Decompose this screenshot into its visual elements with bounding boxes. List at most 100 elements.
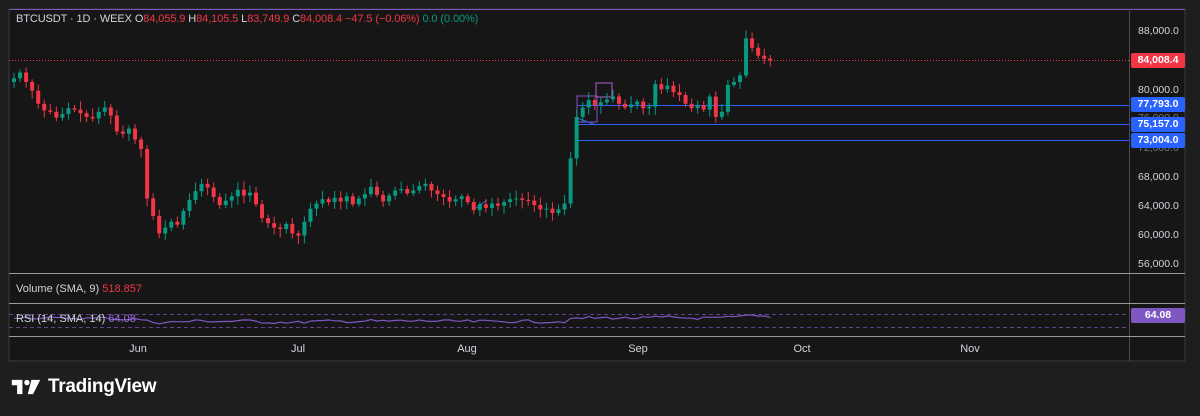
candle-body xyxy=(66,108,71,115)
candle-body xyxy=(151,198,156,216)
candle-body xyxy=(181,210,186,225)
candle-body xyxy=(247,192,252,196)
candle-body xyxy=(586,100,591,108)
candle-body xyxy=(471,202,476,211)
candle-body xyxy=(362,194,367,199)
candle-body xyxy=(756,47,761,56)
candle-body xyxy=(411,190,416,194)
candle-body xyxy=(260,204,265,219)
candle-body xyxy=(96,111,101,119)
symbol-title[interactable]: BTCUSDT · 1D · WEEX xyxy=(16,13,132,25)
candle-body xyxy=(659,84,664,90)
candle-body xyxy=(568,158,573,204)
candle-body xyxy=(284,223,289,230)
rsi-label: RSI (14, SMA, 14) xyxy=(16,313,106,325)
candle-body xyxy=(139,139,144,149)
candle-body xyxy=(163,227,168,234)
candle-body xyxy=(272,223,277,228)
candle-body xyxy=(254,192,258,205)
candle-body xyxy=(683,95,688,104)
rsi-legend[interactable]: RSI (14, SMA, 14) 64.08 xyxy=(16,313,136,325)
candle-body xyxy=(199,183,204,192)
candle-body xyxy=(689,103,694,109)
candle-body xyxy=(762,55,767,59)
candle-body xyxy=(459,196,464,200)
candle-body xyxy=(653,84,658,107)
candle-body xyxy=(193,191,198,200)
candle-body xyxy=(441,194,446,198)
tradingview-logo[interactable]: TradingView xyxy=(10,376,157,398)
candle-body xyxy=(707,96,712,110)
brand-name: TradingView xyxy=(48,376,157,397)
candle-body xyxy=(126,128,131,134)
candle-body xyxy=(483,204,488,208)
level-badge-3[interactable]: 73,004.0 xyxy=(1131,133,1185,148)
candle-body xyxy=(635,101,640,105)
candle-body xyxy=(108,107,113,116)
candle-body xyxy=(574,116,579,159)
time-tick-jul: Jul xyxy=(290,343,306,355)
candle-body xyxy=(719,111,724,117)
symbol-legend[interactable]: BTCUSDT · 1D · WEEX O84,055.9 H84,105.5 … xyxy=(16,13,478,25)
close-label: C xyxy=(292,13,301,25)
candle-body xyxy=(399,189,404,191)
rsi-badge[interactable]: 64.08 xyxy=(1131,308,1185,323)
low-value: 83,749.9 xyxy=(247,13,290,25)
candle-body xyxy=(725,84,730,112)
level-badge-2[interactable]: 75,157.0 xyxy=(1131,117,1185,132)
candle-body xyxy=(713,96,718,117)
candle-body xyxy=(429,183,434,191)
candle-body xyxy=(526,199,531,201)
candle-body xyxy=(326,199,331,203)
time-tick-nov: Nov xyxy=(960,343,980,355)
candle-body xyxy=(538,205,543,210)
candle-body xyxy=(671,85,676,93)
candle-body xyxy=(750,38,755,48)
candle-body xyxy=(447,197,452,202)
price-chart[interactable] xyxy=(0,0,1200,416)
candle-body xyxy=(738,75,742,82)
candle-body xyxy=(592,100,597,106)
candle-body xyxy=(217,197,222,206)
candle-body xyxy=(731,81,736,85)
candle-body xyxy=(90,116,95,119)
candle-body xyxy=(453,199,458,202)
candle-body xyxy=(701,105,706,110)
extra-value: 0.0 (0.00%) xyxy=(422,13,479,25)
candle-body xyxy=(405,189,410,194)
candle-body xyxy=(78,109,83,114)
chart-panel xyxy=(8,8,1186,362)
candle-body xyxy=(623,103,628,108)
change-value: −47.5 (−0.06%) xyxy=(345,13,420,25)
candle-body xyxy=(145,148,150,199)
candle-body xyxy=(580,107,585,117)
candle-body xyxy=(375,186,379,195)
candle-body xyxy=(550,208,555,214)
close-value: 84,008.4 xyxy=(300,13,343,25)
candle-body xyxy=(114,115,119,132)
volume-label: Volume (SMA, 9) xyxy=(16,283,100,295)
candle-body xyxy=(54,111,59,118)
candle-body xyxy=(677,92,682,96)
level-badge-1[interactable]: 77,793.0 xyxy=(1131,97,1185,112)
candle-body xyxy=(532,200,537,206)
candle-body xyxy=(387,195,392,202)
candle-body xyxy=(417,186,422,191)
candle-body xyxy=(356,198,361,205)
candle-body xyxy=(120,131,125,134)
candle-body xyxy=(338,197,343,202)
last-price-badge[interactable]: 84,008.4 xyxy=(1131,53,1185,68)
candle-body xyxy=(18,72,23,79)
time-tick-sep: Sep xyxy=(628,343,648,355)
candle-body xyxy=(12,78,16,82)
candle-body xyxy=(290,223,295,234)
candle-body xyxy=(435,190,440,195)
candle-body xyxy=(768,58,773,61)
candle-body xyxy=(169,221,174,228)
candle-body xyxy=(42,103,47,111)
candle-body xyxy=(381,194,386,202)
candle-body xyxy=(278,227,283,230)
volume-legend[interactable]: Volume (SMA, 9) 518.857 xyxy=(16,283,142,295)
candle-body xyxy=(368,186,373,195)
high-value: 84,105.5 xyxy=(196,13,239,25)
